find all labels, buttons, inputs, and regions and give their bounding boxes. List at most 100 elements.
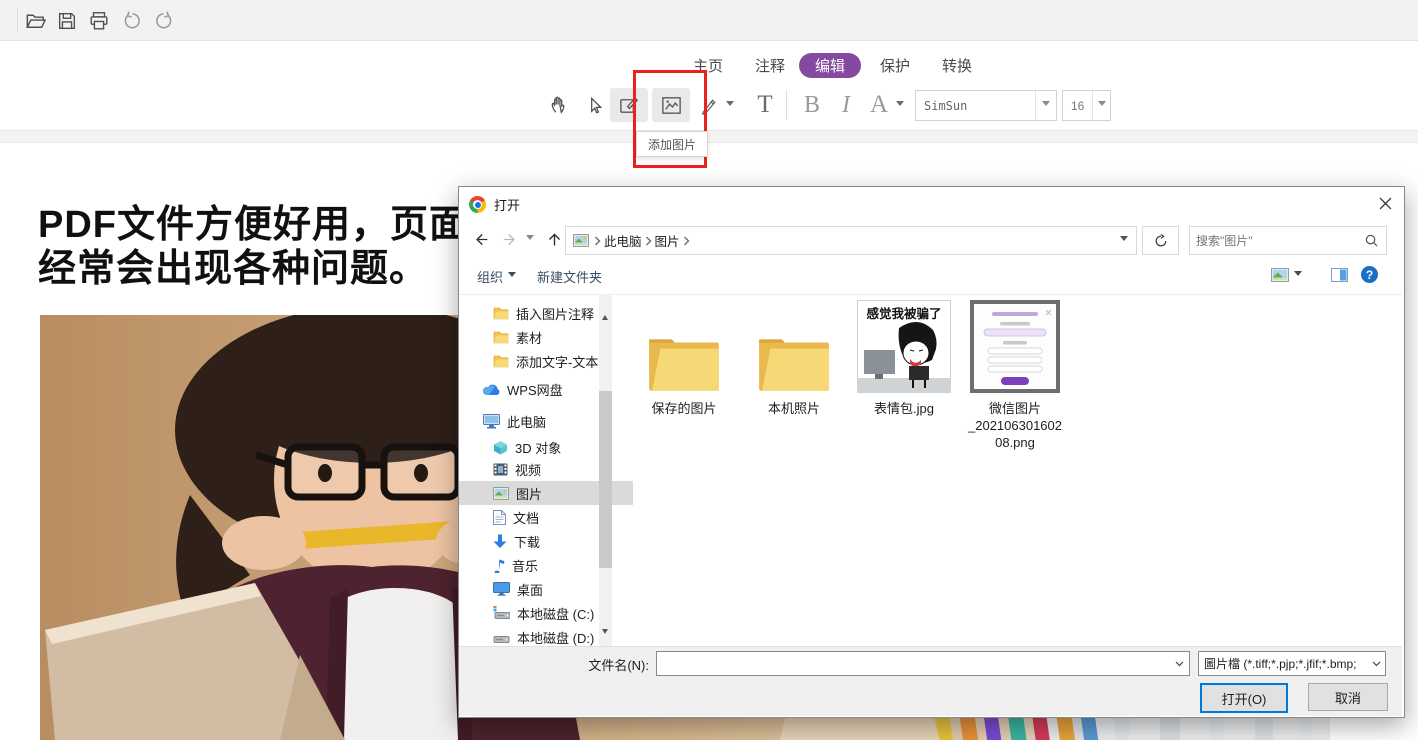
dialog-titlebar[interactable]: 打开 xyxy=(469,195,520,214)
font-color-glyph: A xyxy=(870,91,888,119)
address-dropdown-icon[interactable] xyxy=(1112,227,1136,254)
undo-icon[interactable] xyxy=(119,8,145,34)
organize-menu[interactable]: 组织 xyxy=(477,267,516,286)
sidebar-item-label: 文档 xyxy=(513,508,539,527)
open-file-icon[interactable] xyxy=(22,8,48,34)
open-button[interactable]: 打开(O) xyxy=(1200,683,1288,713)
address-bar[interactable]: 此电脑 图片 xyxy=(565,226,1137,255)
folder-icon xyxy=(628,299,740,393)
sidebar-item-label: 视频 xyxy=(515,460,541,479)
sidebar-item-label: 桌面 xyxy=(517,580,543,599)
file-name-line: 08.png xyxy=(959,434,1071,451)
folder-icon xyxy=(738,299,850,393)
breadcrumb-chevron-icon xyxy=(594,236,601,246)
file-tile-wechat-image-png[interactable]: 微信图片 _202106301602 08.png xyxy=(959,299,1071,451)
back-icon[interactable] xyxy=(467,226,493,252)
document-tab-strip xyxy=(0,130,1418,143)
text-tool-icon[interactable]: T xyxy=(748,88,782,122)
text-tool-glyph: T xyxy=(757,91,772,119)
font-family-select[interactable]: SimSun xyxy=(915,90,1057,121)
dialog-command-bar: 组织 新建文件夹 ? xyxy=(459,259,1402,295)
new-folder-label: 新建文件夹 xyxy=(537,267,602,286)
recent-locations-dropdown-icon[interactable] xyxy=(521,226,539,252)
close-icon[interactable] xyxy=(1371,191,1399,215)
filetype-value: 圖片檔 (*.tiff;*.pjp;*.jfif;*.bmp; xyxy=(1199,655,1367,672)
tab-home[interactable]: 主页 xyxy=(693,53,723,78)
font-size-value: 16 xyxy=(1063,91,1092,120)
file-tile-meme-jpg[interactable]: 感觉我被骗了 表情包.jpg xyxy=(848,299,960,417)
breadcrumb-pictures[interactable]: 图片 xyxy=(652,231,683,250)
filename-combobox[interactable] xyxy=(656,651,1190,676)
sidebar-item-label: 素材 xyxy=(516,328,542,347)
font-size-select[interactable]: 16 xyxy=(1062,90,1111,121)
refresh-icon[interactable] xyxy=(1142,226,1179,255)
sidebar-scrollbar[interactable] xyxy=(599,294,612,646)
tab-protect[interactable]: 保护 xyxy=(880,53,910,78)
file-tile-camera-roll[interactable]: 本机照片 xyxy=(738,299,850,417)
sidebar-item-label: WPS网盘 xyxy=(507,380,563,399)
font-color-dropdown-icon[interactable] xyxy=(892,88,908,122)
font-size-dropdown-icon[interactable] xyxy=(1092,91,1110,120)
filename-dropdown-icon[interactable] xyxy=(1169,661,1189,667)
tab-convert[interactable]: 转换 xyxy=(942,53,972,78)
redo-icon[interactable] xyxy=(151,8,177,34)
file-name: 本机照片 xyxy=(738,400,850,417)
dialog-title: 打开 xyxy=(494,195,520,214)
filename-input[interactable] xyxy=(657,656,1169,671)
filetype-select[interactable]: 圖片檔 (*.tiff;*.pjp;*.jfif;*.bmp; xyxy=(1198,651,1386,676)
scrollbar-thumb[interactable] xyxy=(599,391,612,568)
search-box[interactable] xyxy=(1189,226,1387,255)
new-folder-button[interactable]: 新建文件夹 xyxy=(537,267,602,286)
file-name-line: 微信图片 xyxy=(959,400,1071,417)
forward-icon[interactable] xyxy=(497,226,523,252)
tab-edit[interactable]: 编辑 xyxy=(799,53,861,78)
edit-text-tool-icon[interactable] xyxy=(610,88,648,122)
sidebar-item-label: 本地磁盘 (D:) xyxy=(517,628,594,647)
sidebar-item-label: 下载 xyxy=(514,532,540,551)
filename-label: 文件名(N): xyxy=(511,655,649,674)
italic-button[interactable]: I xyxy=(829,88,863,122)
meme-thumbnail: 感觉我被骗了 xyxy=(848,299,960,393)
font-color-button[interactable]: A xyxy=(862,88,896,122)
sidebar-item-label: 插入图片注释 xyxy=(516,304,594,323)
help-icon[interactable]: ? xyxy=(1361,266,1378,283)
screenshot-thumbnail xyxy=(959,299,1071,393)
select-cursor-icon[interactable] xyxy=(578,88,612,122)
bold-button[interactable]: B xyxy=(795,88,829,122)
save-icon[interactable] xyxy=(54,8,80,34)
pictures-location-icon xyxy=(566,234,594,247)
pen-dropdown-icon[interactable] xyxy=(722,88,738,122)
breadcrumb-this-pc[interactable]: 此电脑 xyxy=(601,231,645,250)
view-mode-icon[interactable] xyxy=(1271,268,1302,282)
filetype-dropdown-icon[interactable] xyxy=(1367,661,1385,667)
scrollbar-up-icon[interactable] xyxy=(602,298,608,316)
add-image-tool-icon[interactable] xyxy=(652,88,690,122)
add-image-tooltip: 添加图片 xyxy=(636,131,708,157)
sidebar-item-label: 此电脑 xyxy=(507,412,546,431)
dialog-footer: 文件名(N): 圖片檔 (*.tiff;*.pjp;*.jfif;*.bmp; … xyxy=(459,646,1402,716)
file-name-line: _202106301602 xyxy=(959,417,1071,434)
bold-glyph: B xyxy=(804,92,820,119)
font-family-dropdown-icon[interactable] xyxy=(1035,91,1056,120)
help-glyph: ? xyxy=(1361,266,1378,283)
sidebar-item-label: 图片 xyxy=(516,484,542,503)
open-file-dialog: 打开 此电脑 图片 xyxy=(458,186,1405,718)
ribbon: 主页 注释 编辑 保护 转换 T B I A xyxy=(0,41,1418,130)
print-icon[interactable] xyxy=(86,8,112,34)
pen-tool-icon[interactable] xyxy=(696,88,722,122)
quick-access-toolbar xyxy=(0,0,1418,41)
italic-glyph: I xyxy=(842,92,850,119)
preview-pane-icon[interactable] xyxy=(1331,268,1348,282)
font-family-value: SimSun xyxy=(916,91,1035,120)
screen: 主页 注释 编辑 保护 转换 T B I A xyxy=(0,0,1418,740)
hand-tool-icon[interactable] xyxy=(542,88,576,122)
up-icon[interactable] xyxy=(541,226,567,252)
toolbar-separator xyxy=(786,90,787,120)
file-name: 表情包.jpg xyxy=(848,400,960,417)
tab-comment[interactable]: 注释 xyxy=(755,53,785,78)
file-tile-saved-pictures[interactable]: 保存的图片 xyxy=(628,299,740,417)
cancel-button[interactable]: 取消 xyxy=(1308,683,1388,711)
search-input[interactable] xyxy=(1190,234,1365,248)
breadcrumb-chevron-icon xyxy=(645,236,652,246)
chrome-icon xyxy=(469,196,486,213)
